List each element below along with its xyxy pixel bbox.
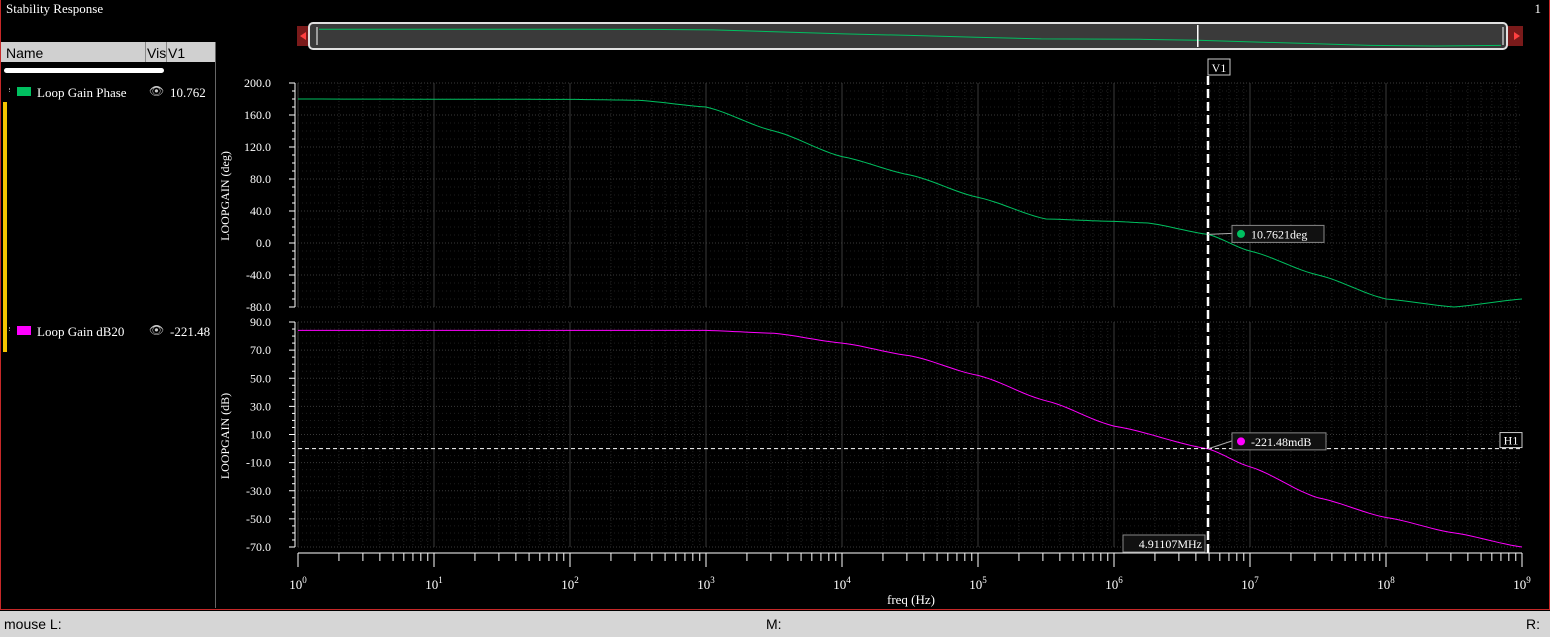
x-tick-label: 103 [697,575,715,592]
x-tick-label: 107 [1241,575,1259,592]
y-tick-label: 200.0 [244,76,271,90]
x-tick-label: 100 [289,575,307,592]
y-tick-label: -70.0 [246,540,271,554]
phase-y-ticks: 200.0 160.0 120.0 80.0 40.0 0.0 -40.0 -80.0 [244,76,296,314]
y-tick-label: 160.0 [244,108,271,122]
y-tick-label: -30.0 [246,484,271,498]
status-bar: mouse L: M: R: [0,611,1550,637]
phase-grid [297,82,1522,308]
v1-marker-label: V1 [1212,61,1227,75]
h1-marker-flag[interactable]: H1 [1499,432,1523,449]
x-axis: 100 101 102 103 104 105 106 107 108 109 [289,552,1531,592]
y-tick-label: 30.0 [250,399,271,413]
gain-readout[interactable]: -221.48mdB [1207,432,1327,451]
y-tick-label: 80.0 [250,172,271,186]
waveform-window: Stability Response 1 Name Vis V1 Loop Ga… [0,0,1550,610]
phase-readout[interactable]: 10.7621deg [1207,224,1325,243]
x-tick-label: 105 [969,575,987,592]
x-tick-label: 101 [425,575,443,592]
v1-marker-flag[interactable]: V1 [1207,58,1231,76]
x-axis-label: freq (Hz) [887,592,935,607]
y-tick-label: 70.0 [250,343,271,357]
plot-area[interactable]: 200.0 160.0 120.0 80.0 40.0 0.0 -40.0 -80.0 LOO… [1,0,1550,609]
status-mouse-left: mouse L: [4,616,62,632]
y-tick-label: 0.0 [256,236,271,250]
v1-frequency-label: 4.91107MHz [1139,537,1202,551]
y-tick-label: -40.0 [246,268,271,282]
status-mouse-middle: M: [766,616,782,632]
y-tick-label: -50.0 [246,512,271,526]
y-tick-label: 120.0 [244,140,271,154]
phase-y-label: LOOPGAIN (deg) [218,151,232,241]
y-tick-label: 40.0 [250,204,271,218]
y-tick-label: -80.0 [246,300,271,314]
x-tick-label: 104 [833,575,851,592]
series-line-loop-gain-db20[interactable] [298,329,1523,548]
y-tick-label: 50.0 [250,371,271,385]
x-tick-label: 106 [1105,575,1123,592]
x-tick-label: 109 [1513,575,1531,592]
h1-marker-label: H1 [1504,434,1519,448]
gain-y-ticks: 90.0 70.0 50.0 30.0 10.0 -10.0 -30.0 -50.0 -70.0 [246,315,296,554]
status-mouse-right: R: [1526,616,1540,632]
phase-readout-value: 10.7621deg [1251,227,1307,241]
phase-strip[interactable]: 200.0 160.0 120.0 80.0 40.0 0.0 -40.0 -80.0 LOO… [218,76,1523,314]
gain-y-label: LOOPGAIN (dB) [218,393,232,479]
y-tick-label: 10.0 [250,428,271,442]
x-tick-label: 102 [561,575,579,592]
x-tick-label: 108 [1377,575,1395,592]
v1-frequency-readout: 4.91107MHz [1122,534,1206,553]
gain-readout-value: -221.48mdB [1251,435,1311,449]
y-tick-label: -10.0 [246,456,271,470]
y-tick-label: 90.0 [250,315,271,329]
